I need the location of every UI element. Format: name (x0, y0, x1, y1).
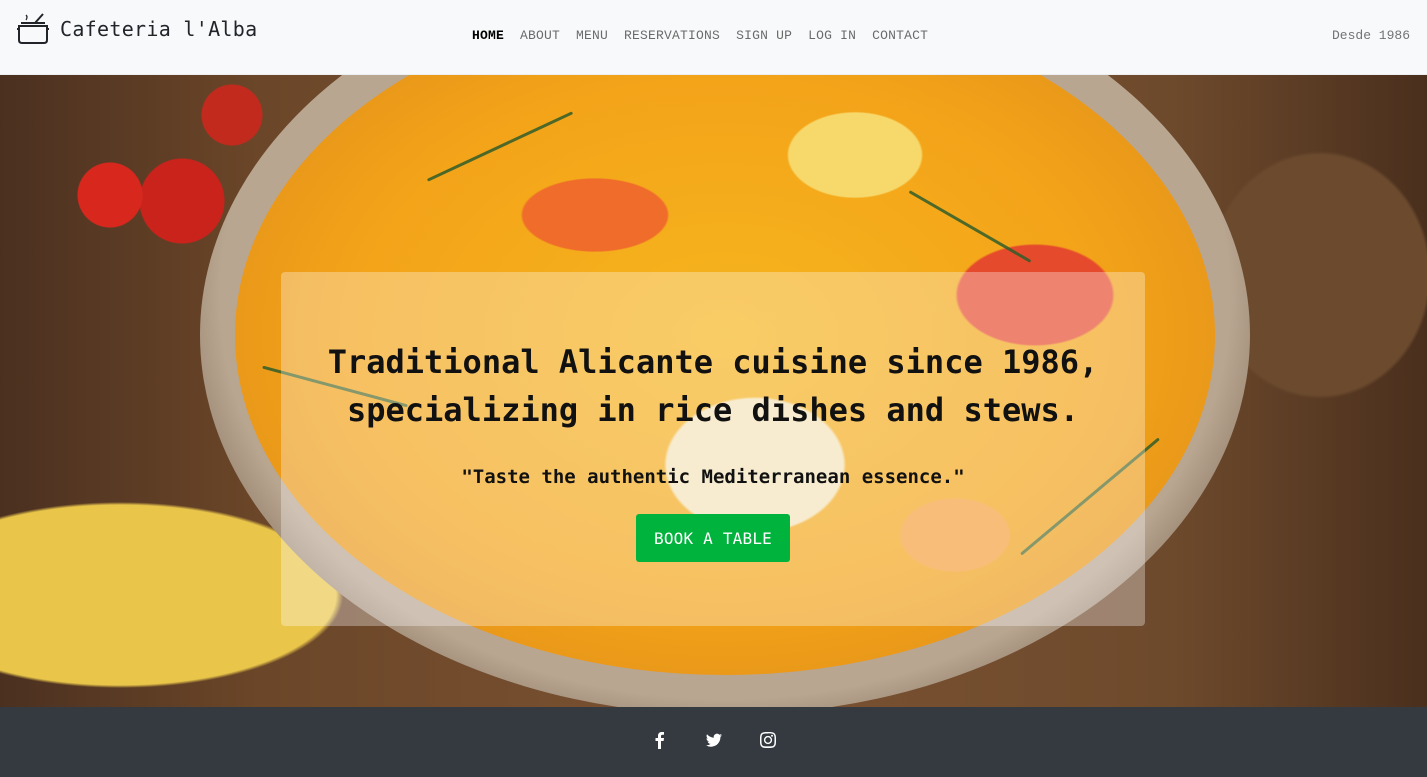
twitter-icon[interactable] (705, 731, 723, 749)
footer (0, 707, 1427, 777)
nav-item-home[interactable]: HOME (464, 28, 512, 43)
book-a-table-button[interactable]: BOOK A TABLE (636, 514, 790, 562)
cooking-pot-icon (16, 12, 50, 46)
facebook-icon[interactable] (651, 731, 669, 749)
nav-item-reservations[interactable]: RESERVATIONS (616, 28, 728, 43)
top-navbar: Cafeteria l'Alba HOME ABOUT MENU RESERVA… (0, 0, 1427, 75)
brand-link[interactable]: Cafeteria l'Alba (16, 12, 257, 46)
instagram-icon[interactable] (759, 731, 777, 749)
since-text: Desde 1986 (1331, 28, 1410, 43)
nav-item-about[interactable]: ABOUT (512, 28, 568, 43)
nav-menu: HOME ABOUT MENU RESERVATIONS SIGN UP LOG… (464, 28, 936, 43)
nav-item-contact[interactable]: CONTACT (864, 28, 936, 43)
social-links (0, 731, 1427, 749)
brand-name: Cafeteria l'Alba (60, 17, 258, 41)
hero-headline: Traditional Alicante cuisine since 1986,… (327, 343, 1099, 429)
nav-item-sign-up[interactable]: SIGN UP (728, 28, 800, 43)
nav-item-log-in[interactable]: LOG IN (800, 28, 864, 43)
hero-section: Traditional Alicante cuisine since 1986,… (0, 75, 1427, 707)
hero-tagline: "Taste the authentic Mediterranean essen… (461, 466, 965, 488)
nav-item-menu[interactable]: MENU (568, 28, 616, 43)
hero-overlay-box: Traditional Alicante cuisine since 1986,… (281, 272, 1145, 626)
